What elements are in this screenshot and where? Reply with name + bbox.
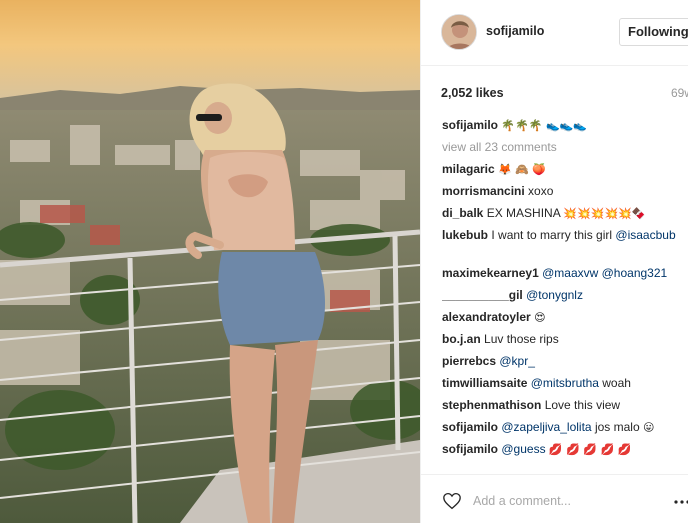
following-button[interactable]: Following xyxy=(619,18,688,46)
comment-username[interactable]: stephenmathison xyxy=(442,398,541,412)
comment-emoji: 😍 xyxy=(534,311,546,324)
comment-mention[interactable]: @guess xyxy=(501,442,545,456)
comment-item: bo.j.an Luv those rips xyxy=(442,331,688,353)
comment-mention[interactable]: @kpr_ xyxy=(499,354,535,368)
comment-list: sofijamilo 🌴🌴🌴 👟👟👟 view all 23 comments … xyxy=(442,117,688,466)
post-details-panel: sofijamilo Following 2,052 likes 69w sof… xyxy=(420,0,688,523)
comment-username[interactable]: sofijamilo xyxy=(442,442,498,456)
comment-item: lukebub I want to marry this girl @isaac… xyxy=(442,227,688,265)
comment-username[interactable]: __________gil xyxy=(442,288,523,302)
comment-username[interactable]: timwilliamsaite xyxy=(442,376,527,390)
comment-emoji: 🦊 🙈 🍑 xyxy=(498,163,547,176)
avatar-image xyxy=(442,15,476,49)
caption: sofijamilo 🌴🌴🌴 👟👟👟 xyxy=(442,117,688,139)
comment-item: maximekearney1 @maaxvw @hoang321 xyxy=(442,265,688,287)
comment-username[interactable]: morrismancini xyxy=(442,184,525,198)
comment-text: woah xyxy=(602,376,631,390)
view-all-comments-link[interactable]: view all 23 comments xyxy=(442,139,688,161)
add-comment-input[interactable] xyxy=(473,491,643,511)
comment-item: __________gil @tonygnlz xyxy=(442,287,688,309)
comment-username[interactable]: sofijamilo xyxy=(442,118,498,132)
post-meta: 2,052 likes 69w xyxy=(441,84,688,102)
comment-emoji: 😛 xyxy=(642,421,655,434)
comment-mention[interactable]: @zapeljiva_lolita xyxy=(501,420,591,434)
comment-item: morrismancini xoxo xyxy=(442,183,688,205)
post-time[interactable]: 69w xyxy=(671,86,688,100)
comment-item: sofijamilo @zapeljiva_lolita jos malo 😛 xyxy=(442,419,688,441)
post-header: sofijamilo Following xyxy=(421,0,688,66)
comment-username[interactable]: bo.j.an xyxy=(442,332,481,346)
comment-emoji: 💥💥💥💥💥🍫 xyxy=(563,207,646,220)
comment-username[interactable]: maximekearney1 xyxy=(442,266,539,280)
comment-username[interactable]: lukebub xyxy=(442,228,488,242)
comment-username[interactable]: sofijamilo xyxy=(442,420,498,434)
comment-item: timwilliamsaite @mitsbrutha woah xyxy=(442,375,688,397)
comment-mention[interactable]: @isaacbub xyxy=(615,228,675,242)
add-comment-bar xyxy=(421,474,688,523)
comment-text: I want to marry this girl xyxy=(491,228,613,242)
comment-mention[interactable]: @tonygnlz xyxy=(526,288,583,302)
comment-mention[interactable]: @mitsbrutha xyxy=(531,376,599,390)
comment-item: alexandratoyler 😍 xyxy=(442,309,688,331)
comment-item: stephenmathison Love this view xyxy=(442,397,688,419)
avatar[interactable] xyxy=(441,14,477,50)
likes-count[interactable]: 2,052 likes xyxy=(441,86,504,100)
comment-username[interactable]: milagaric xyxy=(442,162,495,176)
comment-text: jos malo xyxy=(594,420,640,434)
comment-item: sofijamilo @guess 💋 💋 💋 💋 💋 xyxy=(442,441,688,463)
comment-text: xoxo xyxy=(528,184,554,198)
comment-emoji: 🌴🌴🌴 👟👟👟 xyxy=(501,119,588,132)
comment-username[interactable]: di_balk xyxy=(442,206,483,220)
post-photo[interactable] xyxy=(0,0,420,523)
comment-text: Love this view xyxy=(544,398,621,412)
comment-text: EX MASHINA xyxy=(486,206,561,220)
post-username[interactable]: sofijamilo xyxy=(486,24,544,38)
comment-username[interactable]: alexandratoyler xyxy=(442,310,531,324)
comment-username[interactable]: pierrebcs xyxy=(442,354,496,368)
comment-item: milagaric 🦊 🙈 🍑 xyxy=(442,161,688,183)
comment-emoji: 💋 💋 💋 💋 💋 xyxy=(548,443,632,456)
comment-item: di_balk EX MASHINA 💥💥💥💥💥🍫 xyxy=(442,205,688,227)
comment-mention[interactable]: @maaxvw @hoang321 xyxy=(542,266,667,280)
comment-text: Luv those rips xyxy=(484,332,559,346)
more-options-icon[interactable] xyxy=(674,499,688,505)
comment-item: pierrebcs @kpr_ xyxy=(442,353,688,375)
photo-image xyxy=(0,0,420,523)
heart-icon[interactable] xyxy=(442,492,462,510)
